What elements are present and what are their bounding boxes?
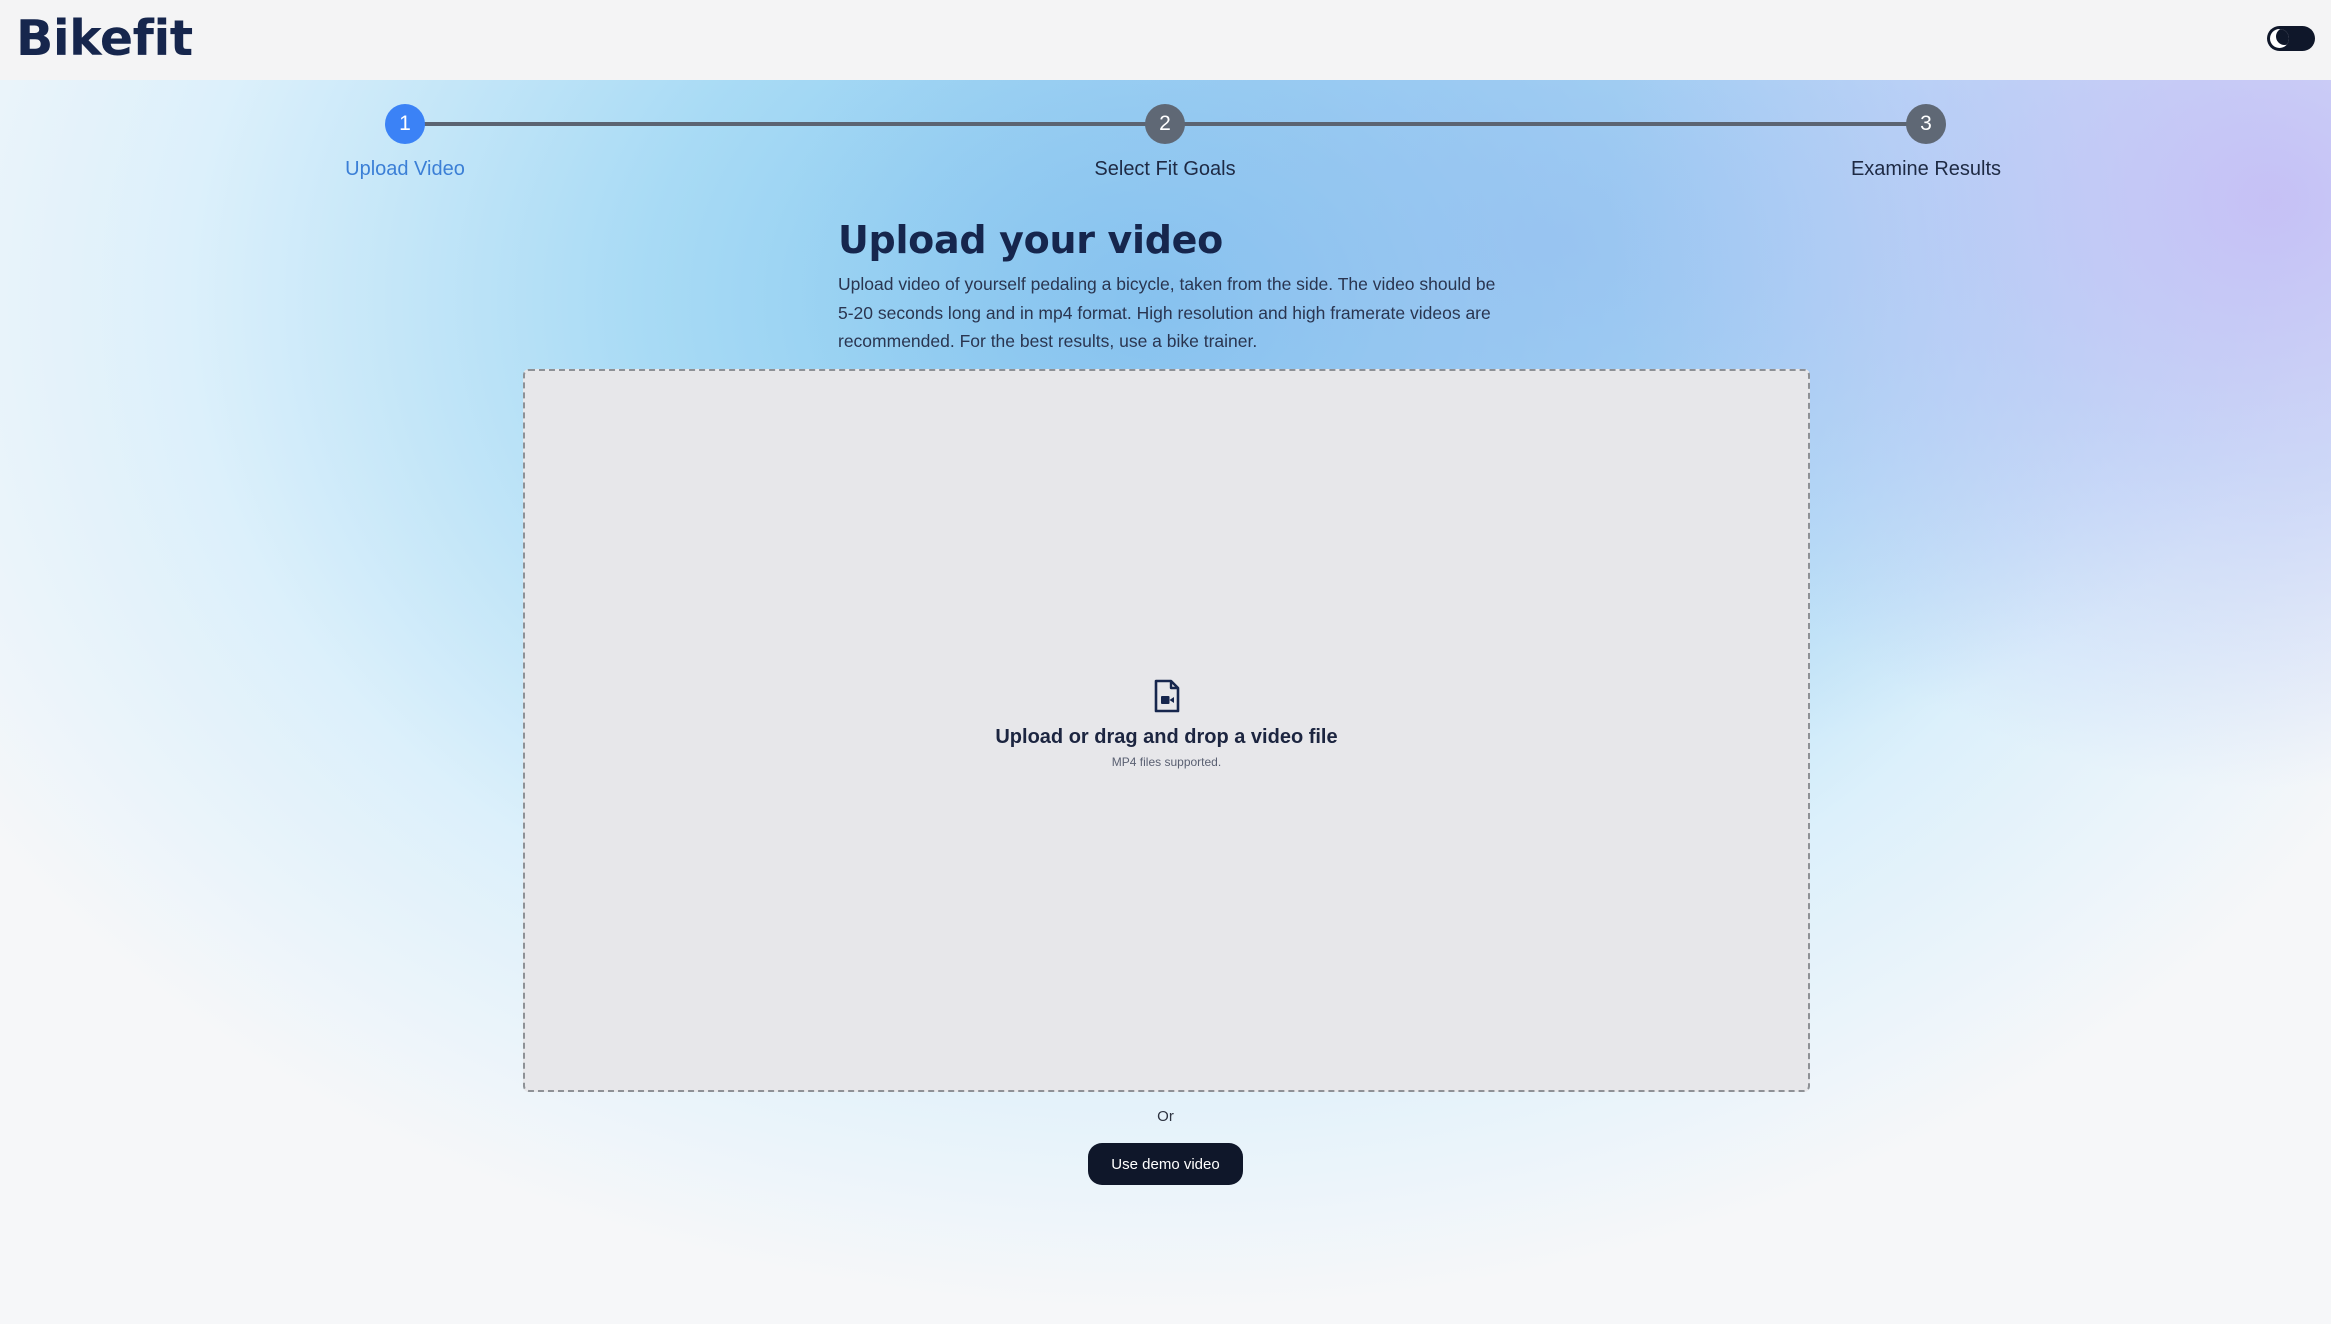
dropzone-content: Upload or drag and drop a video file MP4… <box>525 679 1808 769</box>
app-root: Bikefit 1 Upload Video 2 Select Fit Goal… <box>0 0 2331 1324</box>
step-3-label[interactable]: Examine Results <box>1776 158 2076 181</box>
step-1-circle[interactable]: 1 <box>385 104 425 144</box>
theme-toggle[interactable] <box>2267 26 2315 51</box>
use-demo-video-button[interactable]: Use demo video <box>1088 1143 1243 1185</box>
dropzone-subtitle: MP4 files supported. <box>1111 755 1222 769</box>
app-logo[interactable]: Bikefit <box>16 10 193 67</box>
step-3-circle[interactable]: 3 <box>1906 104 1946 144</box>
video-file-icon <box>1153 679 1181 713</box>
step-1-label[interactable]: Upload Video <box>255 158 555 181</box>
page-title: Upload your video <box>838 218 1223 262</box>
dropzone-title: Upload or drag and drop a video file <box>995 726 1338 748</box>
dark-mode-toggle-icon <box>2270 29 2289 48</box>
upload-description: Upload video of yourself pedaling a bicy… <box>838 274 1496 351</box>
step-connector-1-2 <box>405 122 1165 126</box>
or-divider: Or <box>1157 1108 1174 1125</box>
upload-intro: Upload your video Upload video of yourse… <box>838 218 1498 356</box>
top-bar: Bikefit <box>0 0 2331 80</box>
video-dropzone[interactable]: Upload or drag and drop a video file MP4… <box>523 369 1810 1092</box>
step-2-label[interactable]: Select Fit Goals <box>1015 158 1315 181</box>
step-2-circle[interactable]: 2 <box>1145 104 1185 144</box>
step-connector-2-3 <box>1165 122 1925 126</box>
